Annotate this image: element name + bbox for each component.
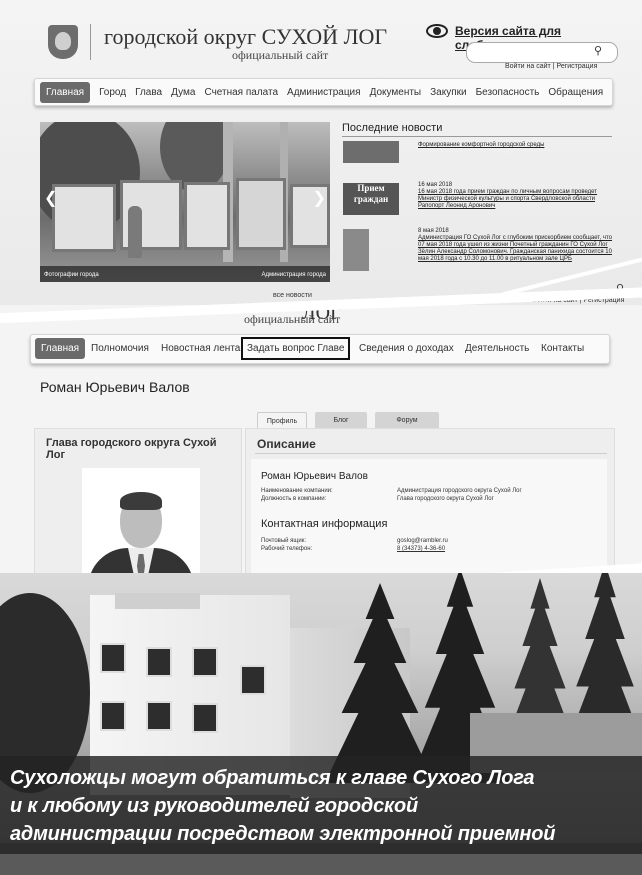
slider-caption-right[interactable]: Администрация города (261, 272, 326, 278)
company-value: Администрация городского округа Сухой Ло… (397, 488, 522, 494)
description-heading: Описание (257, 437, 316, 451)
window (100, 701, 126, 731)
position-value: Глава городского округа Сухой Лог (397, 496, 494, 502)
caption-line: Сухоложцы могут обратиться к главе Сухог… (10, 767, 535, 789)
window (146, 701, 172, 731)
news-heading: Последние новости (342, 122, 443, 134)
stand-image (52, 184, 116, 252)
all-news-link[interactable]: все новости (273, 292, 312, 299)
person-image (128, 206, 142, 258)
search-icon[interactable]: ⚲ (594, 44, 602, 57)
nav-item-duma[interactable]: Дума (171, 87, 195, 98)
nav-item-appeals[interactable]: Обращения (548, 87, 603, 98)
photo-caption: Сухоложцы могут обратиться к главе Сухог… (0, 756, 642, 854)
nav-item-home[interactable]: Главная (40, 81, 91, 103)
eye-icon[interactable] (426, 24, 448, 38)
window (192, 647, 218, 677)
stand-image (184, 182, 230, 250)
news-thumbnail[interactable] (343, 229, 369, 271)
nav-item-news-feed[interactable]: Новостная лента (161, 343, 240, 354)
nav-item-income-info[interactable]: Сведения о доходах (359, 343, 454, 354)
photo-slider[interactable]: ❮ ❯ Фотографии города Администрация горо… (40, 122, 330, 282)
nav-item-home[interactable]: Главная (35, 338, 86, 359)
portrait-hair (120, 492, 162, 510)
window (240, 665, 266, 695)
news-thumbnail[interactable]: Прием граждан (343, 183, 399, 215)
profile-card-title: Глава городского округа Сухой Лог (46, 437, 217, 461)
window (192, 703, 218, 733)
site-subtitle: официальный сайт (244, 312, 341, 326)
nav-item-head[interactable]: Глава (135, 87, 162, 98)
coat-of-arms-icon (48, 25, 78, 59)
header-divider (90, 24, 91, 60)
news-link[interactable]: Администрация ГО Сухой Лог с глубоким пр… (418, 235, 612, 262)
nav-item-procurement[interactable]: Закупки (430, 87, 466, 98)
description-divider (255, 453, 607, 454)
nav-item-activity[interactable]: Деятельность (465, 343, 529, 354)
nav-item-contacts[interactable]: Контакты (541, 343, 584, 354)
position-label: Должность в компании: (261, 496, 327, 502)
phone-value[interactable]: 8 (34373) 4-36-60 (397, 546, 445, 552)
profile-nav: Главная Полномочия Новостная лента Задат… (30, 334, 610, 364)
site-subtitle: официальный сайт (232, 48, 329, 62)
nav-item-ask-question[interactable]: Задать вопрос Главе (241, 337, 351, 360)
news-date: 16 мая 2018 (418, 182, 453, 188)
news-item[interactable]: 16 мая 2018 16 мая 2018 года прием гражд… (418, 182, 616, 210)
caption-line: и к любому из руководителей городской (10, 795, 418, 817)
news-thumbnail[interactable] (343, 141, 399, 163)
mail-value[interactable]: goslog@rambler.ru (397, 538, 448, 544)
site-title[interactable]: городской округ СУХОЙ ЛОГ (104, 24, 387, 50)
nav-item-administration[interactable]: Администрация (287, 87, 361, 98)
nav-item-powers[interactable]: Полномочия (91, 343, 149, 354)
homepage-screenshot: городской округ СУХОЙ ЛОГ официальный са… (0, 0, 642, 318)
caption-line: администрации посредством электронной пр… (10, 823, 556, 845)
nav-item-safety[interactable]: Безопасность (476, 87, 540, 98)
building-roof (115, 593, 200, 609)
nav-item-city[interactable]: Город (99, 87, 126, 98)
news-item[interactable]: Формирование комфортной городской среды (418, 142, 616, 149)
news-link[interactable]: Формирование комфортной городской среды (418, 142, 544, 148)
news-item[interactable]: 8 мая 2018 Администрация ГО Сухой Лог с … (418, 228, 616, 263)
mail-label: Почтовый ящик: (261, 538, 307, 544)
window (100, 643, 126, 673)
description-name: Роман Юрьевич Валов (261, 471, 368, 482)
chevron-left-icon[interactable]: ❮ (44, 188, 57, 208)
news-link[interactable]: 16 мая 2018 года прием граждан по личным… (418, 189, 597, 209)
nav-item-audit-chamber[interactable]: Счетная палата (204, 87, 278, 98)
company-label: Наименование компании: (261, 488, 333, 494)
main-nav: Главная Город Глава Дума Счетная палата … (34, 78, 613, 106)
phone-label: Рабочий телефон: (261, 546, 313, 552)
building-photo: Сухоложцы могут обратиться к главе Сухог… (0, 573, 642, 875)
chevron-right-icon[interactable]: ❯ (313, 188, 326, 208)
login-links[interactable]: Войти на сайт | Регистрация (505, 63, 597, 70)
head-profile-screenshot: ЛОГ официальный сайт Главная Полномочия … (0, 305, 642, 605)
slider-caption-left[interactable]: Фотографии города (44, 272, 99, 278)
stand-image (236, 178, 286, 250)
nav-item-documents[interactable]: Документы (370, 87, 422, 98)
contact-heading: Контактная информация (261, 518, 388, 530)
news-date: 8 мая 2018 (418, 228, 449, 234)
news-divider (342, 136, 612, 137)
window (146, 647, 172, 677)
page-title: Роман Юрьевич Валов (40, 379, 190, 395)
